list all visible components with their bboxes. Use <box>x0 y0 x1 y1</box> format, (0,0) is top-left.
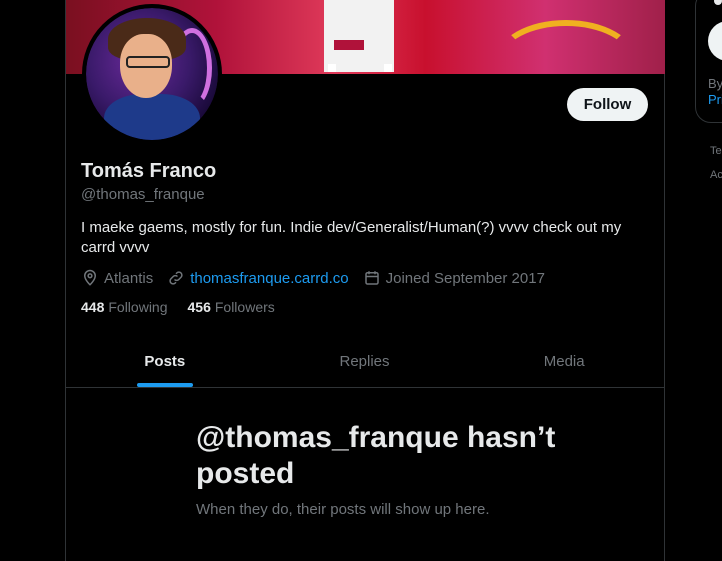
profile-tabs: Posts Replies Media <box>65 335 664 388</box>
active-tab-indicator <box>136 383 193 387</box>
tab-media-label: Media <box>543 352 585 370</box>
footer-link-accessibility[interactable]: Ac <box>710 169 722 181</box>
calendar-icon <box>364 271 379 285</box>
handle: @thomas_franque <box>81 186 205 203</box>
avatar[interactable] <box>82 4 222 144</box>
card-action-button[interactable] <box>708 21 722 61</box>
empty-state-subtitle: When they do, their posts will show up h… <box>196 501 490 518</box>
card-icon <box>714 0 722 5</box>
location-item: Atlantis <box>81 269 153 287</box>
tab-replies-label: Replies <box>339 352 390 370</box>
bio: I maeke gaems, mostly for fun. Indie dev… <box>81 219 622 256</box>
following-count[interactable]: 448 <box>81 299 104 315</box>
banner-ghost-foot <box>384 64 392 72</box>
tab-replies[interactable]: Replies <box>265 335 465 387</box>
tab-media[interactable]: Media <box>464 335 664 387</box>
follow-stats: 448 Following 456 Followers <box>81 299 295 315</box>
footer-link-terms[interactable]: Te <box>710 145 722 157</box>
banner-ghost-figure <box>324 0 394 72</box>
location-icon <box>83 269 97 286</box>
joined-item: Joined September 2017 <box>363 269 545 287</box>
banner-ghost-eye <box>334 40 364 50</box>
joined-text: Joined September 2017 <box>385 269 545 287</box>
followers-label[interactable]: Followers <box>215 299 275 315</box>
display-name: Tomás Franco <box>81 160 217 182</box>
empty-state-title: @thomas_franque hasn’t posted <box>196 421 556 490</box>
website-item[interactable]: thomasfranque.carrd.co <box>167 269 349 287</box>
follow-button[interactable]: Follow <box>567 88 648 121</box>
right-sidebar-card: By Pri <box>695 0 722 123</box>
card-by-text: By <box>708 76 722 91</box>
banner-ghost-foot <box>328 64 336 72</box>
avatar-body <box>104 94 200 140</box>
avatar-image <box>86 8 218 140</box>
tab-posts-label: Posts <box>144 352 186 370</box>
following-label[interactable]: Following <box>108 299 167 315</box>
tab-posts[interactable]: Posts <box>65 335 265 387</box>
location-text: Atlantis <box>104 269 154 287</box>
card-privacy-link[interactable]: Pri <box>708 92 722 107</box>
followers-count[interactable]: 456 <box>188 299 211 315</box>
profile-meta: Atlantis thomasfranque.carrd.co Joined S… <box>81 268 559 288</box>
website-link[interactable]: thomasfranque.carrd.co <box>190 270 348 287</box>
avatar-glasses <box>126 56 170 68</box>
link-icon <box>169 271 183 285</box>
